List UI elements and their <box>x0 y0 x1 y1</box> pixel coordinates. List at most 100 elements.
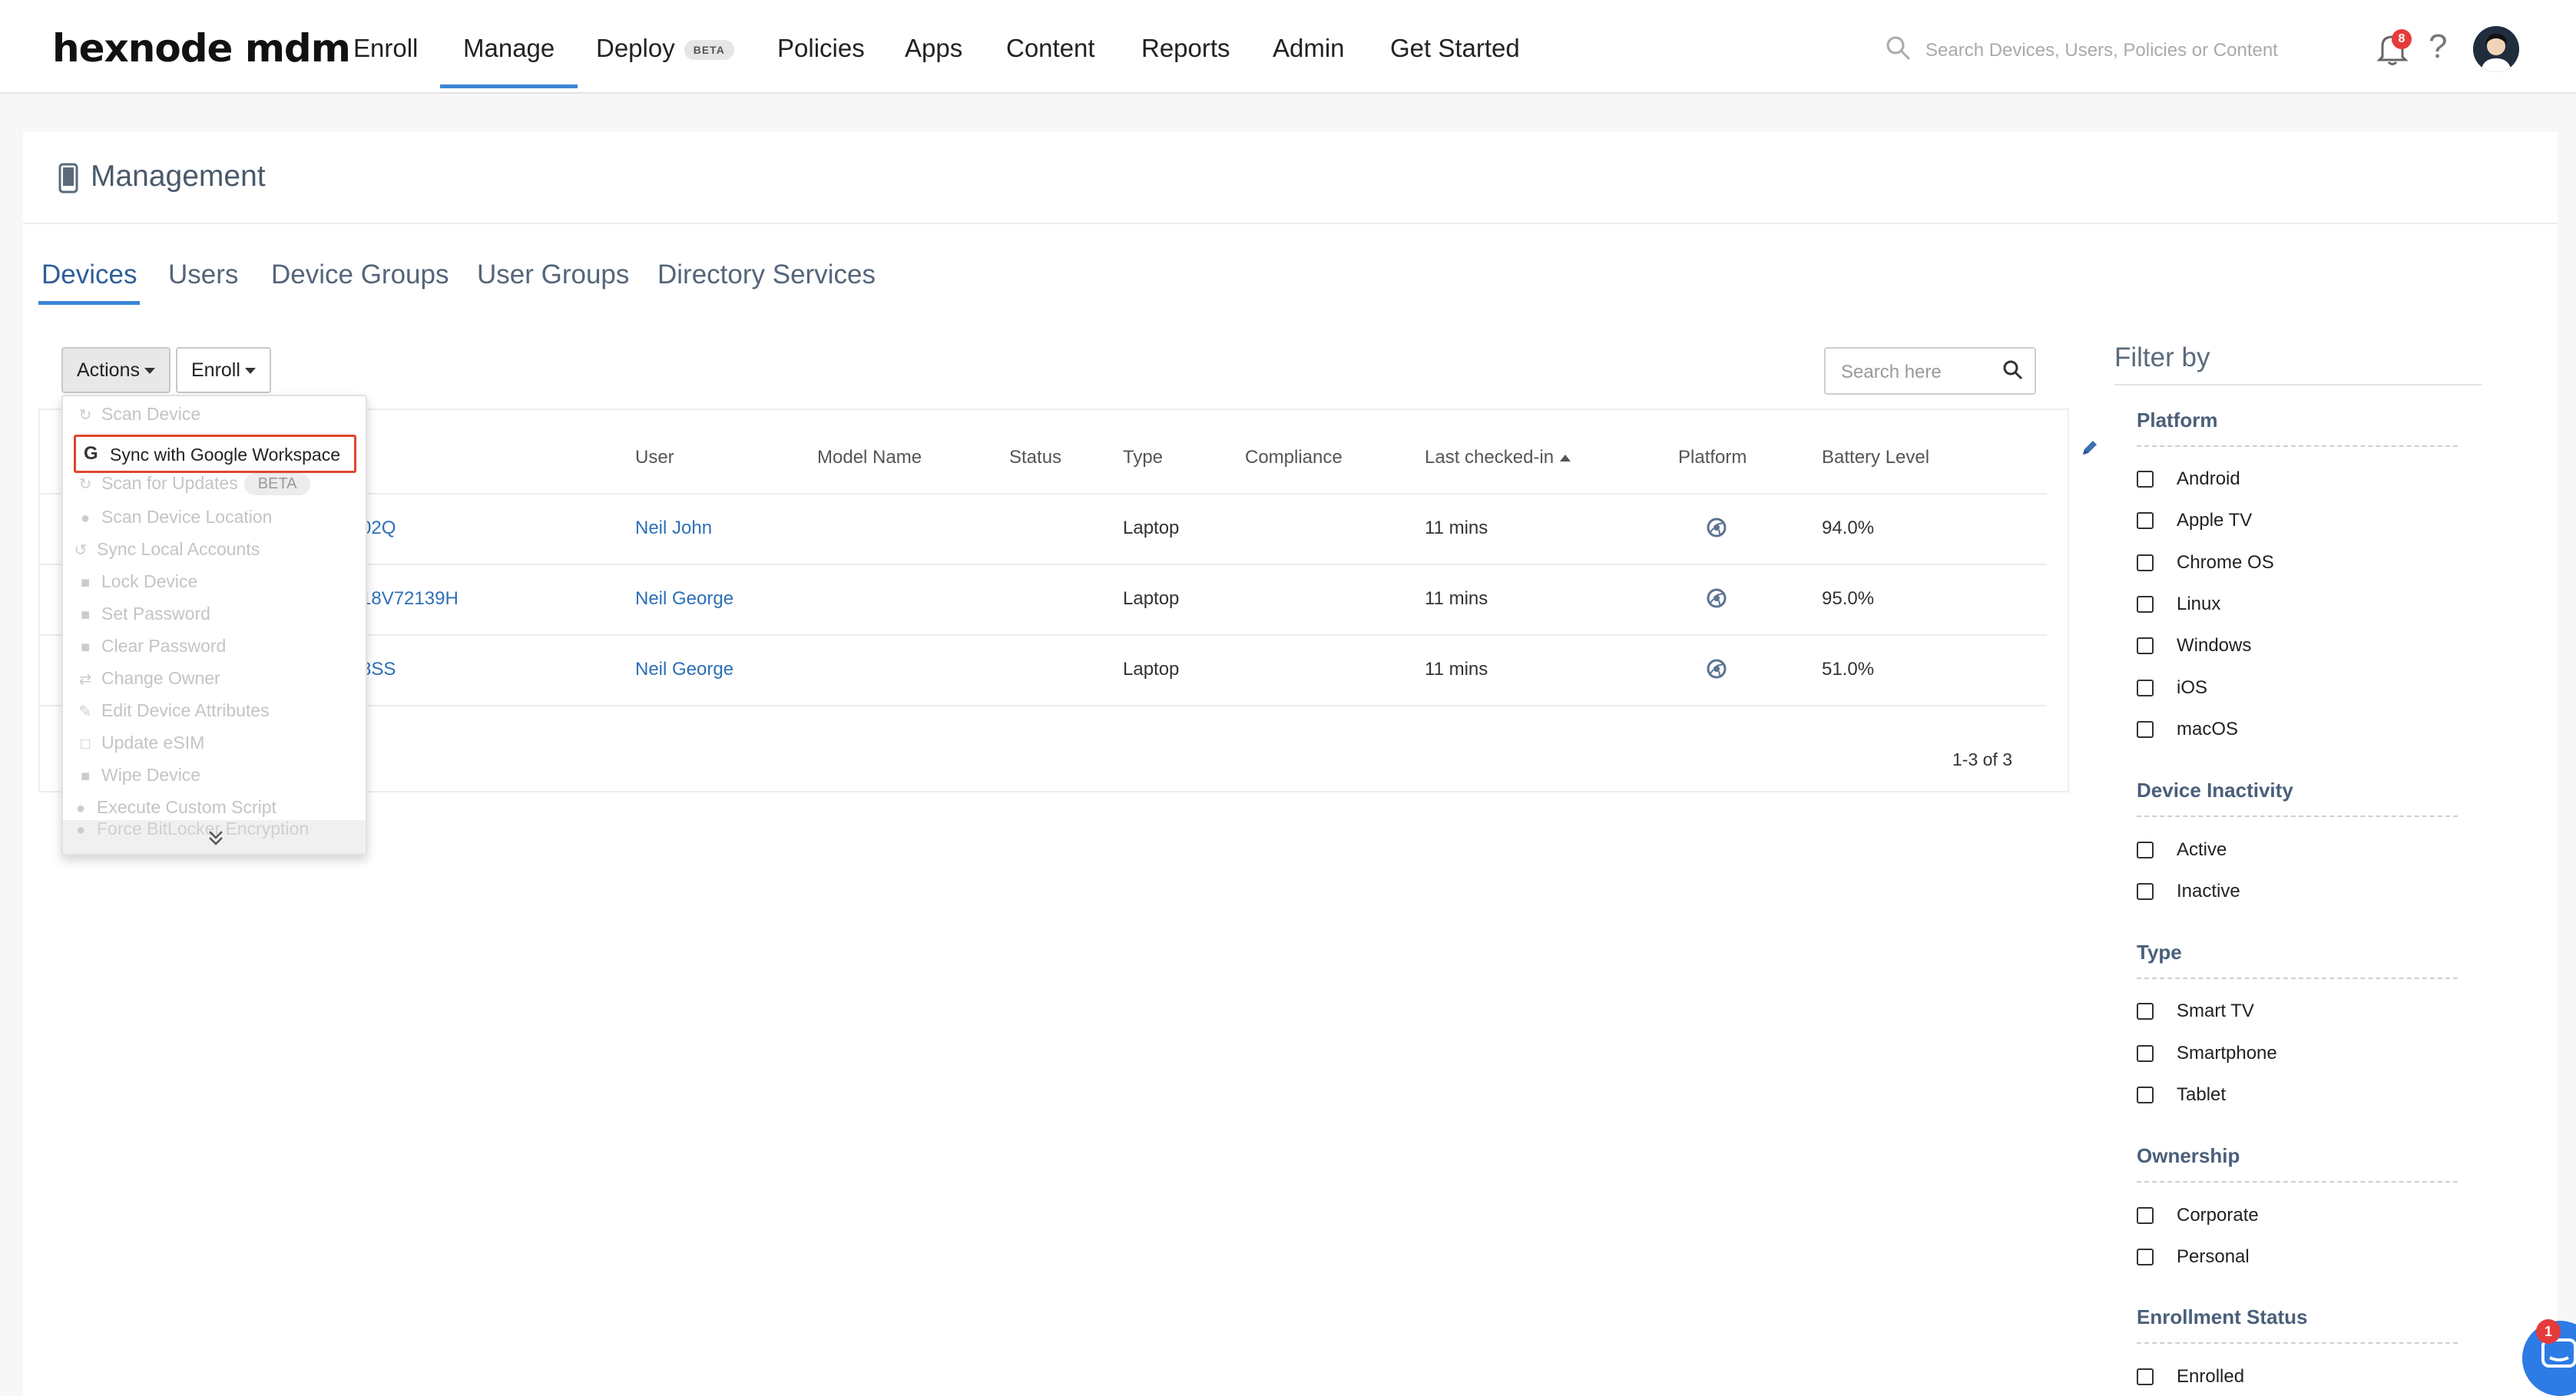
tab-directory-services[interactable]: Directory Services <box>657 260 876 290</box>
checkbox[interactable] <box>2137 883 2154 900</box>
filter-option-label: Android <box>2177 468 2240 489</box>
filter-option-label: Enrolled <box>2177 1366 2245 1387</box>
search-icon <box>2003 360 2023 380</box>
nav-get-started[interactable]: Get Started <box>1390 34 1520 63</box>
checkbox[interactable] <box>2137 1368 2154 1385</box>
checkbox[interactable] <box>2137 512 2154 529</box>
nav-admin[interactable]: Admin <box>1273 34 1345 63</box>
nav-deploy[interactable]: Deploy BETA <box>596 34 734 63</box>
nav-enroll[interactable]: Enroll <box>353 34 418 63</box>
filter-option[interactable]: Personal <box>2137 1246 2250 1269</box>
checkbox[interactable] <box>2137 637 2154 654</box>
filter-option[interactable]: Linux <box>2137 594 2220 617</box>
menu-item-label: Set Password <box>101 604 210 624</box>
menu-wipe-device: ■ Wipe Device <box>77 765 200 796</box>
filter-option[interactable]: macOS <box>2137 719 2238 742</box>
filter-divider <box>2114 384 2482 385</box>
menu-edit-device-attributes: ✎ Edit Device Attributes <box>77 700 270 731</box>
menu-item-label: Lock Device <box>101 571 198 591</box>
filter-option[interactable]: Windows <box>2137 635 2251 658</box>
google-icon: G <box>84 443 98 464</box>
pagination-info: 1-3 of 3 <box>1952 749 2012 769</box>
tab-devices[interactable]: Devices <box>38 260 141 305</box>
filter-divider <box>2137 1181 2458 1183</box>
checkbox[interactable] <box>2137 1087 2154 1103</box>
checkbox[interactable] <box>2137 1249 2154 1265</box>
filter-option[interactable]: Tablet <box>2137 1084 2226 1107</box>
user-cell[interactable]: Neil George <box>635 588 733 610</box>
col-platform[interactable]: Platform <box>1678 447 1747 468</box>
refresh-icon: ↻ <box>78 407 92 424</box>
mobile-device-icon <box>58 163 78 194</box>
filter-divider <box>2137 445 2458 447</box>
global-search[interactable]: Search Devices, Users, Policies or Conte… <box>1886 34 2300 65</box>
menu-item-label: Scan Device <box>101 404 201 424</box>
help-icon[interactable]: ? <box>2429 28 2447 66</box>
filter-option[interactable]: Android <box>2137 468 2240 491</box>
filter-option-label: Inactive <box>2177 881 2240 901</box>
col-battery-level[interactable]: Battery Level <box>1822 447 1929 468</box>
user-cell[interactable]: Neil John <box>635 518 712 539</box>
double-chevron-down-icon <box>209 831 223 845</box>
type-cell: Laptop <box>1123 518 1180 538</box>
chrome-os-icon <box>1707 659 1727 679</box>
edit-columns-pencil-icon[interactable] <box>2080 438 2100 458</box>
swap-icon: ⇄ <box>78 671 92 688</box>
checkbox[interactable] <box>2137 1003 2154 1020</box>
user-cell[interactable]: Neil George <box>635 659 733 680</box>
checkbox[interactable] <box>2137 1045 2154 1062</box>
tab-users[interactable]: Users <box>168 260 238 290</box>
nav-content[interactable]: Content <box>1006 34 1095 63</box>
menu-sync-google-workspace[interactable]: G Sync with Google Workspace <box>74 435 356 473</box>
nav-apps[interactable]: Apps <box>905 34 962 63</box>
checkbox[interactable] <box>2137 721 2154 738</box>
checkbox[interactable] <box>2137 554 2154 571</box>
filter-option[interactable]: Corporate <box>2137 1205 2259 1228</box>
menu-scroll-more[interactable]: ● Force BitLocker Encryption <box>63 819 366 854</box>
menu-item-label: Wipe Device <box>101 765 201 785</box>
chrome-os-icon <box>1707 518 1727 538</box>
filter-option[interactable]: Chrome OS <box>2137 552 2274 575</box>
enroll-dropdown-button[interactable]: Enroll <box>176 347 271 393</box>
checkbox[interactable] <box>2137 1207 2154 1224</box>
nav-policies[interactable]: Policies <box>777 34 865 63</box>
menu-scan-for-updates: ↻ Scan for Updates BETA <box>77 473 311 504</box>
caret-down-icon <box>144 368 155 375</box>
filter-divider <box>2137 1342 2458 1344</box>
col-model-name[interactable]: Model Name <box>817 447 922 468</box>
col-user[interactable]: User <box>635 447 674 468</box>
hexnode-logo[interactable]: hexnode mdm <box>52 26 351 71</box>
checkbox[interactable] <box>2137 471 2154 488</box>
script-icon: ● <box>75 800 86 817</box>
col-compliance[interactable]: Compliance <box>1245 447 1343 468</box>
filter-option[interactable]: Smartphone <box>2137 1043 2277 1066</box>
filter-option[interactable]: Active <box>2137 839 2227 862</box>
nav-reports[interactable]: Reports <box>1141 34 1230 63</box>
col-last-checked-in[interactable]: Last checked-in <box>1425 447 1571 468</box>
filter-option[interactable]: Smart TV <box>2137 1001 2254 1024</box>
device-search-input[interactable]: Search here <box>1824 347 2036 395</box>
filter-option[interactable]: iOS <box>2137 677 2207 700</box>
col-type[interactable]: Type <box>1123 447 1163 468</box>
menu-item-label: Force BitLocker Encryption <box>97 819 310 839</box>
menu-item-label: Update eSIM <box>101 733 205 753</box>
checkbox[interactable] <box>2137 680 2154 696</box>
avatar[interactable] <box>2473 26 2519 72</box>
nav-manage[interactable]: Manage <box>439 34 578 88</box>
actions-dropdown-button[interactable]: Actions <box>61 347 171 393</box>
menu-item-label: Execute Custom Script <box>97 797 276 817</box>
filter-option[interactable]: Enrolled <box>2137 1366 2244 1389</box>
checkbox[interactable] <box>2137 596 2154 613</box>
tab-user-groups[interactable]: User Groups <box>477 260 629 290</box>
checkbox[interactable] <box>2137 842 2154 858</box>
col-status[interactable]: Status <box>1009 447 1061 468</box>
menu-change-owner: ⇄ Change Owner <box>77 668 220 699</box>
top-navbar: hexnode mdm Enroll Manage Deploy BETA Pol… <box>0 0 2576 94</box>
filter-option[interactable]: Apple TV <box>2137 510 2252 533</box>
filter-option[interactable]: Inactive <box>2137 881 2240 904</box>
tab-device-groups[interactable]: Device Groups <box>271 260 449 290</box>
battery-cell: 51.0% <box>1822 659 1875 680</box>
device-name-cell[interactable]: 18V72139H <box>361 588 459 610</box>
filter-option-label: Linux <box>2177 594 2221 614</box>
sync-icon: ↺ <box>74 542 88 559</box>
